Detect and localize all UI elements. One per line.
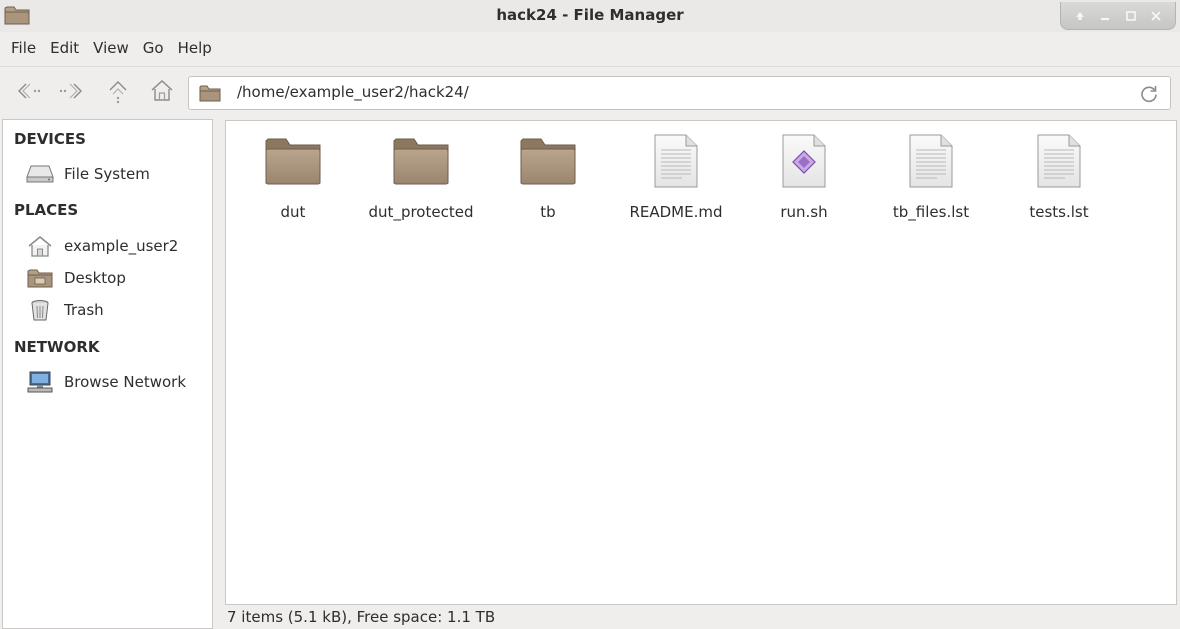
file-name: tb_files.lst xyxy=(892,203,970,221)
sidebar-heading-devices: DEVICES xyxy=(14,130,86,148)
sidebar-item-file-system[interactable]: File System xyxy=(25,161,150,187)
script-file-icon xyxy=(774,131,834,191)
back-icon[interactable] xyxy=(12,75,44,107)
sidebar-item-label: example_user2 xyxy=(64,237,179,255)
trash-icon xyxy=(25,298,55,322)
menu-edit[interactable]: Edit xyxy=(43,39,86,57)
menu-view[interactable]: View xyxy=(86,39,136,57)
sidebar-item-home[interactable]: example_user2 xyxy=(25,233,178,259)
network-icon xyxy=(25,370,55,394)
location-path[interactable]: /home/example_user2/hack24/ xyxy=(237,83,469,101)
file-item-readme[interactable]: README.md xyxy=(614,131,738,226)
file-name: run.sh xyxy=(780,203,828,221)
status-bar: 7 items (5.1 kB), Free space: 1.1 TB xyxy=(227,608,496,626)
file-item-tests-lst[interactable]: tests.lst xyxy=(997,131,1121,226)
file-name: README.md xyxy=(629,203,723,221)
file-item-tb-files-lst[interactable]: tb_files.lst xyxy=(869,131,993,226)
forward-icon[interactable] xyxy=(56,75,88,107)
drive-icon xyxy=(25,162,55,186)
sidebar-item-desktop[interactable]: Desktop xyxy=(25,265,126,291)
file-view[interactable]: dut dut_protected tb README.md run.sh tb… xyxy=(225,120,1177,605)
file-name: dut_protected xyxy=(368,203,474,221)
file-item-dut-protected[interactable]: dut_protected xyxy=(359,131,483,226)
sidebar-heading-network: NETWORK xyxy=(14,338,100,356)
location-bar[interactable]: /home/example_user2/hack24/ xyxy=(188,76,1171,110)
sidebar-item-label: Browse Network xyxy=(64,373,187,391)
home-icon xyxy=(25,234,55,258)
menu-help[interactable]: Help xyxy=(171,39,219,57)
sidebar-item-label: Trash xyxy=(64,301,104,319)
folder-icon xyxy=(518,131,578,191)
reload-icon[interactable] xyxy=(1138,83,1160,105)
file-name: tests.lst xyxy=(1029,203,1089,221)
text-file-icon xyxy=(646,131,706,191)
sidebar-item-browse-network[interactable]: Browse Network xyxy=(25,369,186,395)
title-bar[interactable]: hack24 - File Manager xyxy=(0,0,1180,32)
sidebar-item-label: Desktop xyxy=(64,269,126,287)
text-file-icon xyxy=(1029,131,1089,191)
sidebar-item-trash[interactable]: Trash xyxy=(25,297,104,323)
menu-file[interactable]: File xyxy=(4,39,43,57)
parent-icon[interactable] xyxy=(102,75,134,107)
sidebar: DEVICES File System PLACES example_user2 xyxy=(2,119,213,629)
folder-icon xyxy=(263,131,323,191)
file-item-run-sh[interactable]: run.sh xyxy=(742,131,866,226)
file-name: tb xyxy=(540,203,556,221)
home-icon[interactable] xyxy=(146,75,178,107)
sidebar-heading-places: PLACES xyxy=(14,201,79,219)
window-controls xyxy=(1060,2,1176,30)
file-name: dut xyxy=(280,203,306,221)
folder-icon xyxy=(199,84,221,102)
file-item-tb[interactable]: tb xyxy=(486,131,610,226)
folder-icon xyxy=(391,131,451,191)
maximize-icon[interactable] xyxy=(1122,7,1140,25)
up-arrow-icon[interactable] xyxy=(1071,7,1089,25)
menu-bar: File Edit View Go Help xyxy=(0,33,1180,63)
toolbar: /home/example_user2/hack24/ xyxy=(0,66,1180,116)
sidebar-item-label: File System xyxy=(64,165,150,183)
desktop-folder-icon xyxy=(25,266,55,290)
window-title: hack24 - File Manager xyxy=(496,6,684,24)
minimize-icon[interactable] xyxy=(1096,7,1114,25)
menu-go[interactable]: Go xyxy=(136,39,171,57)
text-file-icon xyxy=(901,131,961,191)
sidebar-resize-handle[interactable] xyxy=(216,119,222,629)
close-icon[interactable] xyxy=(1147,7,1165,25)
file-item-dut[interactable]: dut xyxy=(231,131,355,226)
